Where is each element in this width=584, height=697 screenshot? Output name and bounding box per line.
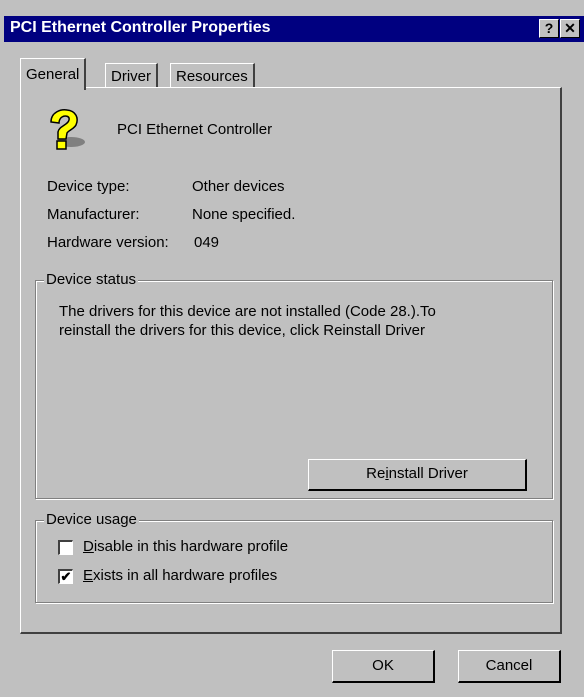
reinstall-label-rest: nstall Driver [388,465,468,482]
device-status-group: Device status The drivers for this devic… [35,271,553,499]
disable-in-profile-label[interactable]: Disable in this hardware profile [83,538,288,555]
device-usage-legend: Device usage [44,511,139,528]
device-name: PCI Ethernet Controller [117,121,273,138]
close-icon: ✕ [564,20,576,36]
general-tab-panel: PCI Ethernet Controller Device type: Oth… [20,87,562,634]
reinstall-driver-button[interactable]: Reinstall Driver [308,459,527,491]
tab-driver[interactable]: Driver [105,63,158,88]
exists-in-all-profiles-checkbox[interactable]: ✔ [58,569,73,584]
device-status-legend: Device status [44,271,139,288]
exists-in-all-profiles-label[interactable]: Exists in all hardware profiles [83,567,277,584]
device-type-value: Other devices [192,178,285,195]
title-bar[interactable]: PCI Ethernet Controller Properties ? ✕ [4,16,584,42]
tab-general[interactable]: General [20,58,87,90]
disable-label-rest: isable in this hardware profile [93,538,289,555]
manufacturer-label: Manufacturer: [47,206,140,223]
close-button[interactable]: ✕ [560,19,580,38]
reinstall-label-part: Re [366,465,386,482]
exists-label-rest: xists in all hardware profiles [93,567,278,584]
tab-resources[interactable]: Resources [170,63,255,88]
cancel-button[interactable]: Cancel [458,650,561,683]
device-usage-group: Device usage Disable in this hardware pr… [35,511,553,603]
disable-hotkey: D [83,538,94,555]
status-message-line-1: The drivers for this device are not inst… [59,303,436,320]
hardware-version-value: 049 [194,234,220,251]
window-title: PCI Ethernet Controller Properties [10,19,271,36]
disable-in-profile-checkbox[interactable] [58,540,73,555]
status-message-line-2: reinstall the drivers for this device, c… [59,322,425,339]
hardware-version-label: Hardware version: [47,234,169,251]
properties-dialog: PCI Ethernet Controller Properties ? ✕ G… [0,0,584,697]
help-button[interactable]: ? [539,19,559,38]
ok-button[interactable]: OK [332,650,435,683]
exists-hotkey: E [83,567,94,584]
device-type-label: Device type: [47,178,130,195]
manufacturer-value: None specified. [192,206,296,223]
unknown-device-icon [43,108,87,152]
